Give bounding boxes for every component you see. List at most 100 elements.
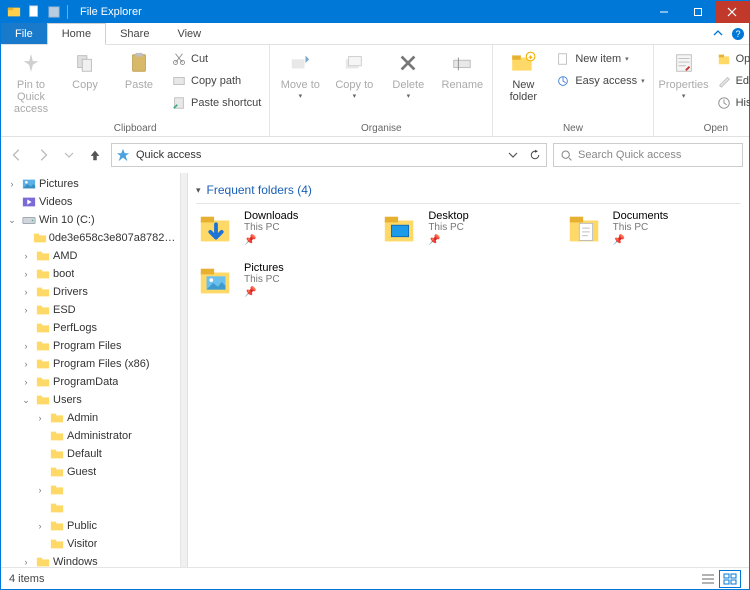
recent-locations-button[interactable] [59, 145, 79, 165]
tile-subtitle: This PC [244, 274, 284, 285]
thumbnails-view-button[interactable] [719, 570, 741, 588]
tree-item[interactable]: Default [1, 445, 180, 463]
tree-item[interactable]: › Program Files [1, 337, 180, 355]
chevron-right-icon[interactable]: › [19, 357, 33, 371]
address-bar[interactable]: Quick access [111, 143, 547, 167]
chevron-right-icon[interactable]: › [19, 339, 33, 353]
tree-item[interactable]: ⌄Win 10 (C:) [1, 211, 180, 229]
tree-item[interactable]: ›Admin [1, 409, 180, 427]
tree-item[interactable]: 0de3e658c3e807a8782406204 [1, 229, 180, 247]
delete-button[interactable]: Delete▾ [384, 47, 432, 101]
tree-item-label: Program Files (x86) [53, 358, 150, 370]
folder-icon [35, 303, 51, 317]
edit-button[interactable]: Edit [714, 71, 750, 91]
help-icon[interactable]: ? [727, 23, 749, 44]
qat-new-icon[interactable] [25, 3, 43, 21]
chevron-right-icon[interactable]: › [5, 177, 19, 191]
chevron-right-icon[interactable]: › [33, 483, 47, 497]
close-button[interactable] [715, 1, 749, 23]
folder-tile[interactable]: DownloadsThis PC📌 [196, 210, 372, 256]
chevron-down-icon[interactable]: ⌄ [5, 213, 19, 227]
easy-access-button[interactable]: Easy access ▾ [553, 71, 646, 91]
chevron-right-icon[interactable]: › [19, 285, 33, 299]
content-pane[interactable]: ▾ Frequent folders (4) DownloadsThis PC📌… [181, 173, 749, 567]
folder-icon [35, 357, 51, 371]
share-tab[interactable]: Share [106, 23, 163, 44]
tree-spacer [5, 195, 19, 209]
group-organise-label: Organise [276, 123, 486, 136]
folder-icon [35, 555, 51, 567]
new-folder-button[interactable]: ✦ New folder [499, 47, 547, 103]
up-button[interactable] [85, 145, 105, 165]
tree-item[interactable]: PerfLogs [1, 319, 180, 337]
properties-button[interactable]: Properties▾ [660, 47, 708, 101]
chevron-right-icon[interactable]: › [33, 519, 47, 533]
tree-item[interactable]: ›Public [1, 517, 180, 535]
file-tab[interactable]: File [1, 23, 47, 44]
explorer-icon [5, 3, 23, 21]
qat-properties-icon[interactable] [45, 3, 63, 21]
tree-item[interactable]: ›Drivers [1, 283, 180, 301]
tree-item[interactable]: Administrator [1, 427, 180, 445]
tree-item[interactable] [1, 499, 180, 517]
history-button[interactable]: History [714, 93, 750, 113]
tree-item[interactable]: ›Windows [1, 553, 180, 567]
minimize-button[interactable] [647, 1, 681, 23]
forward-button[interactable] [33, 145, 53, 165]
tile-name: Pictures [244, 262, 284, 274]
chevron-right-icon[interactable]: › [19, 249, 33, 263]
tree-spacer [33, 537, 47, 551]
view-tab[interactable]: View [163, 23, 215, 44]
chevron-right-icon[interactable]: › [19, 375, 33, 389]
chevron-right-icon[interactable]: › [19, 555, 33, 567]
pictures-big-icon [196, 262, 236, 302]
open-button[interactable]: Open ▾ [714, 49, 750, 69]
tree-item[interactable]: Guest [1, 463, 180, 481]
scroll-track[interactable] [181, 173, 188, 567]
tree-item[interactable]: ›ESD [1, 301, 180, 319]
nav-pane[interactable]: › Pictures Videos⌄Win 10 (C:)0de3e658c3e80… [1, 173, 181, 567]
home-tab[interactable]: Home [47, 23, 106, 45]
tree-spacer [33, 501, 47, 515]
tree-item-label: Program Files [53, 340, 121, 352]
cut-button[interactable]: Cut [169, 49, 263, 69]
tree-item[interactable]: ›AMD [1, 247, 180, 265]
collapse-ribbon-icon[interactable] [709, 23, 727, 44]
chevron-right-icon[interactable]: › [19, 303, 33, 317]
tree-item[interactable]: › [1, 481, 180, 499]
section-header[interactable]: ▾ Frequent folders (4) [188, 173, 749, 203]
copy-button[interactable]: Copy [61, 47, 109, 91]
paste-button[interactable]: Paste [115, 47, 163, 91]
copy-to-button[interactable]: Copy to▾ [330, 47, 378, 101]
details-view-button[interactable] [697, 570, 719, 588]
group-clipboard-label: Clipboard [7, 123, 263, 136]
tree-item-label: Pictures [39, 178, 79, 190]
tree-item[interactable]: Videos [1, 193, 180, 211]
open-icon [716, 51, 732, 67]
breadcrumb[interactable]: Quick access [136, 149, 201, 161]
back-button[interactable] [7, 145, 27, 165]
tree-item[interactable]: › Pictures [1, 175, 180, 193]
address-history-dropdown[interactable] [502, 144, 524, 166]
rename-button[interactable]: Rename [438, 47, 486, 91]
refresh-button[interactable] [524, 144, 546, 166]
tree-item[interactable]: Visitor [1, 535, 180, 553]
chevron-right-icon[interactable]: › [19, 267, 33, 281]
move-to-button[interactable]: Move to▾ [276, 47, 324, 101]
folder-tile[interactable]: PicturesThis PC📌 [196, 262, 372, 308]
tree-spacer [33, 465, 47, 479]
search-box[interactable]: Search Quick access [553, 143, 743, 167]
paste-shortcut-button[interactable]: Paste shortcut [169, 93, 263, 113]
tree-item[interactable]: ⌄Users [1, 391, 180, 409]
tree-item[interactable]: ›boot [1, 265, 180, 283]
maximize-button[interactable] [681, 1, 715, 23]
chevron-down-icon[interactable]: ⌄ [19, 393, 33, 407]
pin-to-quick-access-button[interactable]: Pin to Quick access [7, 47, 55, 115]
new-item-button[interactable]: New item ▾ [553, 49, 646, 69]
tree-item[interactable]: ›ProgramData [1, 373, 180, 391]
copy-path-button[interactable]: Copy path [169, 71, 263, 91]
folder-tile[interactable]: DesktopThis PC📌 [380, 210, 556, 256]
tree-item[interactable]: › Program Files (x86) [1, 355, 180, 373]
chevron-right-icon[interactable]: › [33, 411, 47, 425]
folder-tile[interactable]: DocumentsThis PC📌 [565, 210, 741, 256]
